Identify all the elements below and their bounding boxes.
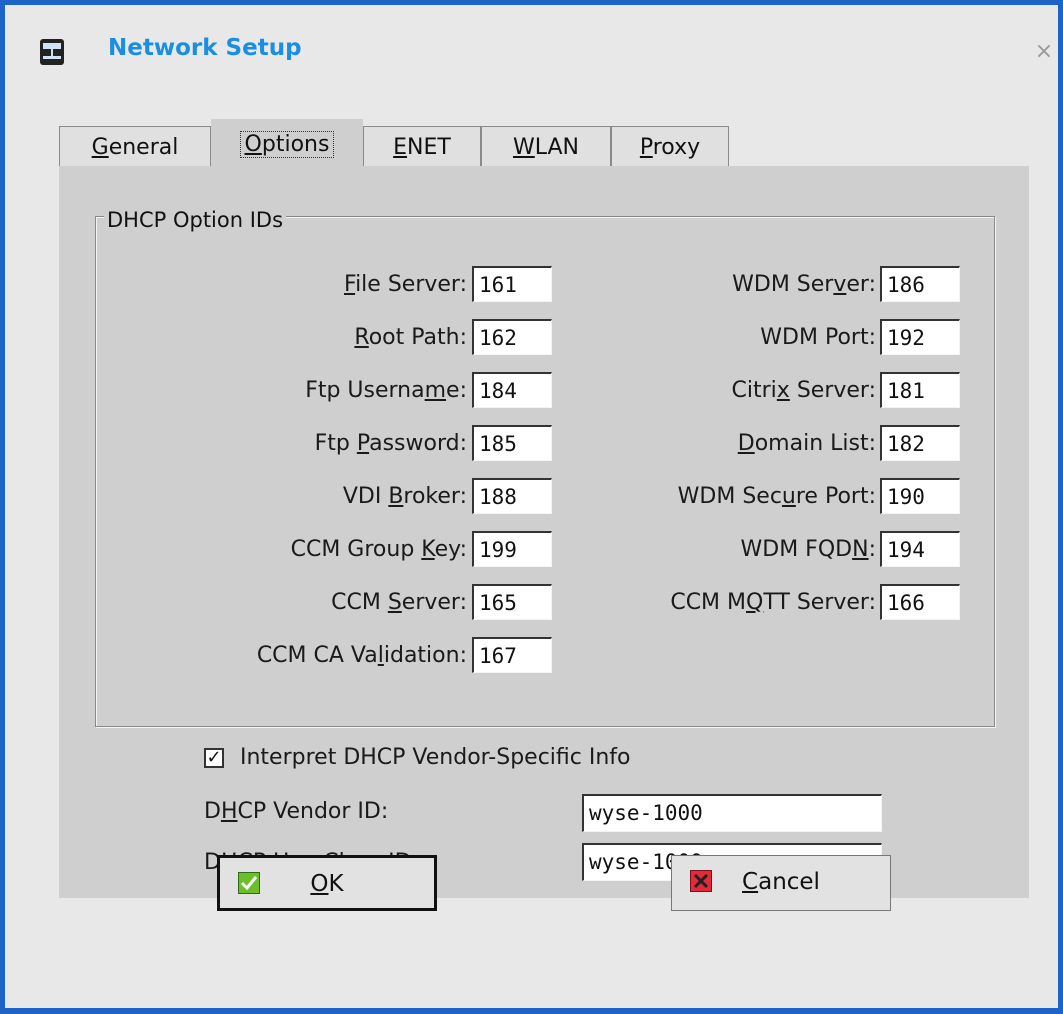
interpret-vendor-specific-checkbox[interactable]: ✓ <box>204 748 224 768</box>
ok-button-label: OK <box>310 871 344 897</box>
dhcp-option-left-input[interactable]: 161 <box>472 266 552 302</box>
tab-label: ENET <box>393 135 451 160</box>
network-setup-dialog: Network Setup × General Options ENET WLA… <box>0 0 1063 1014</box>
tab-proxy[interactable]: Proxy <box>611 126 729 168</box>
dhcp-option-left-input[interactable]: 167 <box>472 637 552 673</box>
tab-enet[interactable]: ENET <box>363 126 481 168</box>
dhcp-option-left-label: Ftp Username: <box>305 378 467 403</box>
dhcp-option-right-input[interactable]: 192 <box>880 319 960 355</box>
group-title: DHCP Option IDs <box>104 208 287 232</box>
tab-options[interactable]: Options <box>211 119 363 169</box>
dhcp-vendor-id-input[interactable]: wyse-1000 <box>582 794 882 832</box>
cancel-button[interactable]: Cancel <box>671 855 891 911</box>
tab-label: General <box>91 135 179 160</box>
dhcp-option-right-input[interactable]: 181 <box>880 372 960 408</box>
interpret-vendor-specific-label: Interpret DHCP Vendor-Specific Info <box>240 745 631 770</box>
dhcp-option-left-label: CCM CA Validation: <box>256 643 467 668</box>
dhcp-option-left-label: CCM Group Key: <box>290 537 467 562</box>
tab-label: Options <box>239 131 335 158</box>
dhcp-vendor-id-label: DHCP Vendor ID: <box>204 799 389 824</box>
ok-button[interactable]: OK <box>217 855 437 911</box>
dhcp-option-right-label: WDM Server: <box>732 272 876 297</box>
dhcp-option-left-label: CCM Server: <box>331 590 467 615</box>
dhcp-option-right-input[interactable]: 166 <box>880 584 960 620</box>
dhcp-option-left-label: VDI Broker: <box>342 484 467 509</box>
dhcp-option-left-label: File Server: <box>344 272 467 297</box>
dhcp-option-left-input[interactable]: 162 <box>472 319 552 355</box>
dhcp-option-left-input[interactable]: 185 <box>472 425 552 461</box>
dhcp-option-left-input[interactable]: 165 <box>472 584 552 620</box>
dhcp-option-right-input[interactable]: 194 <box>880 531 960 567</box>
dhcp-option-left-input[interactable]: 184 <box>472 372 552 408</box>
dhcp-option-right-label: WDM FQDN: <box>740 537 876 562</box>
dhcp-option-left-label: Root Path: <box>354 325 467 350</box>
dhcp-option-right-input[interactable]: 186 <box>880 266 960 302</box>
dhcp-option-left-input[interactable]: 188 <box>472 478 552 514</box>
tab-wlan[interactable]: WLAN <box>481 126 611 168</box>
window-title: Network Setup <box>108 35 302 61</box>
dhcp-option-right-label: WDM Secure Port: <box>677 484 876 509</box>
close-icon[interactable]: × <box>1033 41 1055 63</box>
dhcp-option-right-label: CCM MQTT Server: <box>670 590 876 615</box>
tab-general[interactable]: General <box>59 126 211 168</box>
dhcp-option-left-input[interactable]: 199 <box>472 531 552 567</box>
dhcp-option-left-label: Ftp Password: <box>314 431 467 456</box>
cancel-button-label: Cancel <box>742 869 820 895</box>
dhcp-option-right-input[interactable]: 182 <box>880 425 960 461</box>
title-bar[interactable]: Network Setup × <box>5 5 1058 95</box>
dhcp-option-right-label: Domain List: <box>737 431 876 456</box>
tab-label: WLAN <box>512 135 580 160</box>
dhcp-option-right-label: WDM Port: <box>760 325 876 350</box>
dhcp-option-right-label: Citrix Server: <box>731 378 876 403</box>
dhcp-option-right-input[interactable]: 190 <box>880 478 960 514</box>
network-icon <box>40 39 64 65</box>
tab-label: Proxy <box>639 135 701 160</box>
